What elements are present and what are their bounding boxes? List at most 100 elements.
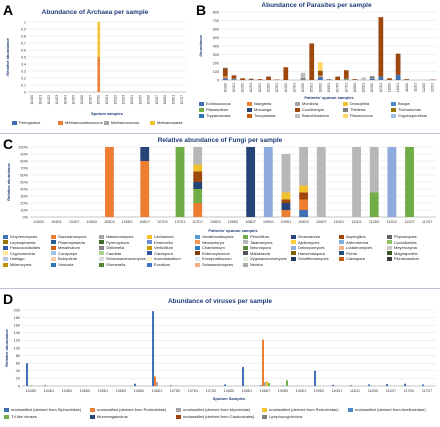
y-tick-label: 500 [213, 36, 219, 40]
legend-label: Gibberella [106, 245, 125, 251]
legend-label: Emericella [154, 239, 173, 245]
y-tick-label: 0.6 [21, 48, 26, 52]
x-tick-label: 107D1 [344, 83, 348, 93]
legend-label: Eurotium [154, 262, 171, 267]
legend-label: Brugia [398, 101, 410, 106]
legend-item: Clavispora [339, 256, 365, 261]
legend-label: Theileria [350, 107, 366, 112]
x-tick-label: 105D2 [116, 389, 127, 393]
y-tick-label: 80 [16, 354, 20, 358]
legend-label: Grosmannia [298, 234, 320, 239]
legend-label: Branchiostoma [302, 113, 329, 118]
y-tick-label: 60% [20, 173, 28, 177]
legend-label: unclassified (derived from Podoviridae) [97, 407, 167, 412]
bar-segment [300, 77, 306, 80]
x-tick-label: 112D7 [404, 220, 414, 224]
legend-item: unclassified (derived from Anelloviridae… [348, 407, 426, 412]
legend-swatch [339, 256, 344, 261]
legend-item: Cochliomyia [295, 107, 324, 112]
legend-item: Methanococcus [104, 120, 139, 125]
y-tick-label: 400 [213, 44, 219, 48]
legend-swatch [199, 113, 204, 118]
legend-swatch [247, 101, 252, 106]
legend-label: Enterocytozoon [202, 250, 230, 256]
legend-label: Nectria [250, 262, 263, 267]
bar-segment [361, 77, 366, 80]
legend-swatch [195, 256, 200, 261]
legend-swatch [99, 234, 104, 239]
legend-label: Lymphocryptovirus [269, 414, 303, 419]
bar-segment [246, 147, 256, 217]
legend-item: Malassezia [243, 251, 270, 256]
x-tick-label: 109D1 [296, 389, 307, 393]
x-tick-label: 105D5 [138, 95, 142, 105]
x-tick-label: 110D1 [334, 220, 344, 224]
legend-swatch [147, 256, 152, 261]
x-tick-label: 110D1 [332, 389, 342, 393]
x-tick-label: 109D2 [314, 389, 325, 393]
legend-swatch [243, 245, 248, 250]
legend-item: Glomerella [99, 262, 125, 267]
legend-swatch [195, 240, 200, 245]
legend-item: Enterocytozoon [195, 251, 230, 256]
legend-item: Ustilago [3, 256, 24, 261]
panel-parasites: B Abundance of Parasites per sample 0 100… [193, 0, 440, 132]
x-tick-label: 105D0 [80, 389, 91, 393]
legend-item: Moniezia [295, 101, 318, 106]
bar-segment [231, 79, 237, 80]
x-tick-label: 109D0 [278, 389, 289, 393]
legend-label: Cordyceps [58, 250, 78, 256]
y-tick-label: 20 [16, 377, 20, 381]
legend-item: Clavispora [147, 251, 173, 256]
legend-item: Drosophila [343, 101, 369, 106]
legend-label: Planococcus [350, 113, 373, 118]
legend-item: Zygosaccharomyces [243, 256, 287, 261]
legend-label: Glomerella [106, 262, 126, 267]
legend-swatch [387, 234, 392, 239]
y-tick-label: 0.7 [21, 41, 26, 45]
legend-swatch [150, 120, 155, 125]
legend-swatch [195, 251, 200, 256]
x-tick-label: 117D0 [404, 389, 414, 393]
legend-swatch [339, 245, 344, 250]
legend-item: Emericella [147, 240, 173, 245]
x-tick-label: 111D1 [352, 220, 362, 224]
legend-label: Scheffersomyces [298, 256, 329, 262]
legend-swatch [339, 234, 344, 239]
legend-label: Naegleria [254, 101, 272, 106]
x-tick-label: 112D2 [387, 220, 397, 224]
legend-label: Cryptosporidium [398, 113, 428, 118]
x-tick-label: 108D1 [242, 389, 253, 393]
x-tick-label: 112D0 [368, 389, 378, 393]
legend-label: Phaeosphaeria [58, 239, 85, 245]
bar-segment [266, 76, 271, 80]
y-tick-label: 120 [14, 339, 20, 343]
fungi-legend: Kluyveromyces Saccharomyces Naksonomyces La… [0, 233, 440, 287]
legend-item: Saccharomyces [51, 234, 86, 239]
legend-swatch [51, 240, 56, 245]
legend-label: Lachancea [154, 234, 174, 239]
legend-swatch [90, 407, 95, 412]
legend-item: Trichomonas [391, 107, 421, 112]
bar [262, 339, 265, 386]
divider-middle [0, 288, 440, 289]
x-tick-label: 104D0 [30, 95, 34, 105]
legend-item: Magnaporthe [387, 251, 418, 256]
legend-item: Pyrenophora [99, 240, 129, 245]
divider-top [0, 133, 440, 134]
x-tick-label: 107D0 [157, 220, 168, 224]
x-tick-label: 105D2 [104, 220, 115, 224]
legend-label: Cryphonectria [10, 250, 35, 256]
legend-item: Phycomyces [387, 234, 417, 239]
legend-swatch [343, 101, 348, 106]
bar-segment [343, 70, 349, 79]
bar-segment [316, 147, 326, 217]
bar [267, 382, 270, 386]
legend-swatch [3, 256, 8, 261]
bar [282, 385, 284, 386]
x-tick-label: 104D1 [44, 389, 55, 393]
x-tick-label: 102D2 [258, 83, 262, 93]
legend-label: Fibrobasidium [394, 256, 420, 262]
legend-item: Debaryomyces [291, 245, 325, 250]
bar [224, 384, 227, 386]
